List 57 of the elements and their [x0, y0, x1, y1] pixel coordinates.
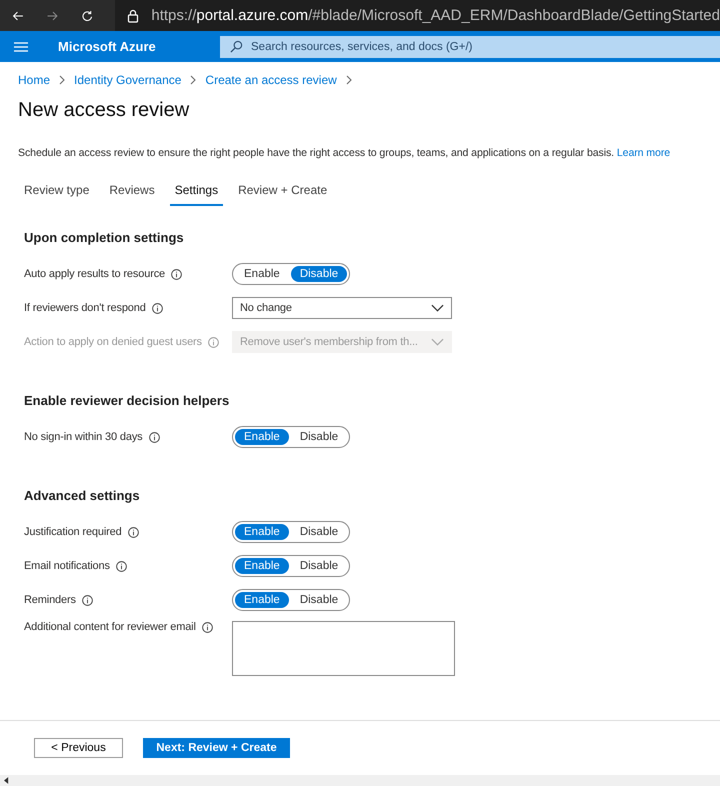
section-heading: Advanced settings — [24, 488, 141, 503]
description-text: Schedule an access review to ensure the right people have the right access to groups, teams, and applications on a regular basis. — [18, 147, 614, 159]
setting-label: Justification required — [24, 526, 122, 538]
section-heading: Enable reviewer decision helpers — [24, 393, 230, 408]
text-area[interactable] — [232, 621, 455, 676]
tab[interactable]: Review + Create — [233, 177, 332, 206]
toggle-option[interactable]: Enable — [235, 592, 289, 608]
chevron-right-icon — [59, 75, 66, 85]
dropdown[interactable]: No change — [232, 297, 452, 319]
tab[interactable]: Reviews — [104, 177, 160, 206]
horizontal-scrollbar[interactable] — [0, 775, 720, 786]
setting-label: Auto apply results to resource — [24, 268, 166, 280]
search-icon — [230, 40, 243, 53]
search-field[interactable]: Search resources, services, and docs (G+/) — [220, 36, 720, 58]
breadcrumb-link[interactable]: Create an access review — [205, 73, 337, 87]
toggle-option[interactable]: Enable — [235, 429, 289, 445]
setting-label: If reviewers don't respond — [24, 302, 146, 314]
url-text: https://portal.azure.com/#blade/Microsoft_AAD_ERM/DashboardBlade/GettingStarted — [151, 7, 720, 24]
previous-button[interactable]: < Previous — [34, 738, 123, 758]
tab[interactable]: Review type — [19, 177, 94, 206]
page-title: New access review — [18, 99, 190, 122]
info-icon[interactable] — [116, 560, 127, 572]
toggle-option[interactable]: Enable — [235, 558, 289, 574]
setting-label: Email notifications — [24, 560, 110, 572]
learn-more-link[interactable]: Learn more — [616, 147, 670, 159]
info-icon[interactable] — [202, 622, 213, 632]
toggle-option[interactable]: Disable — [290, 558, 348, 574]
info-icon[interactable] — [171, 268, 182, 280]
info-icon[interactable] — [128, 526, 139, 538]
toggle-option[interactable]: Disable — [290, 524, 348, 540]
menu-icon[interactable] — [14, 40, 28, 52]
breadcrumb-link[interactable]: Home — [18, 73, 50, 87]
lock-icon — [127, 8, 140, 22]
search-input[interactable]: Search resources, services, and docs (G+/) — [249, 40, 720, 54]
chevron-right-icon — [346, 75, 352, 85]
toggle-option[interactable]: Disable — [290, 592, 348, 608]
info-icon[interactable] — [82, 594, 93, 606]
setting-label: No sign-in within 30 days — [24, 431, 143, 443]
toggle-option[interactable]: Disable — [290, 429, 348, 445]
brand-title[interactable]: Microsoft Azure — [58, 39, 220, 54]
section-heading: Upon completion settings — [24, 230, 185, 245]
breadcrumb-link[interactable]: Identity Governance — [74, 73, 182, 87]
chevron-down-icon — [431, 304, 444, 312]
setting-label: Reminders — [24, 594, 76, 606]
address-bar[interactable]: https://portal.azure.com/#blade/Microsoft_AAD_ERM/DashboardBlade/GettingStarted — [115, 0, 720, 31]
next-button[interactable]: Next: Review + Create — [143, 738, 290, 758]
tab[interactable]: Settings — [170, 177, 224, 206]
chevron-right-icon — [190, 75, 196, 85]
setting-label: Action to apply on denied guest users — [24, 336, 202, 348]
toggle-option[interactable]: Disable — [290, 266, 348, 282]
setting-label: Additional content for reviewer email — [24, 621, 196, 633]
toggle-option[interactable]: Enable — [235, 524, 289, 540]
info-icon[interactable] — [152, 302, 163, 314]
toggle-option[interactable]: Enable — [235, 266, 289, 282]
scroll-left-icon[interactable] — [4, 777, 9, 784]
chevron-down-icon — [431, 338, 444, 346]
info-icon[interactable] — [148, 432, 160, 442]
